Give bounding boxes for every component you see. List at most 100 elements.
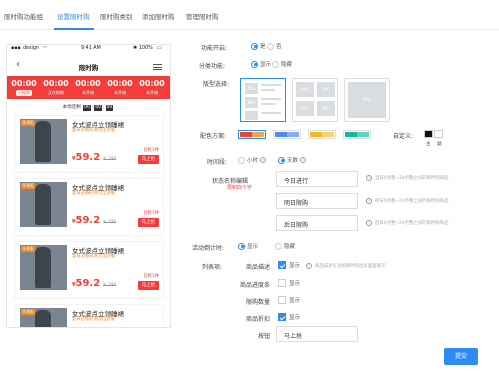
- battery-label: 100%: [139, 46, 153, 51]
- product-card[interactable]: 9.8折 女式波点立领睡裙 夏日必备的清凉出游服: [14, 304, 164, 327]
- layout-template-grid[interactable]: IMG IMG IMG IMG: [292, 78, 338, 122]
- tab-bar: 限时购功能组 设置限时购 限时购类别 添加限时购 管理限时购: [0, 0, 499, 30]
- product-card[interactable]: 9.8折 女式波点立领睡裙 夏日必备的清凉出游服 已抢1件 ¥59.2 ¥ 299…: [14, 178, 164, 236]
- time-slot[interactable]: 00:00 未开始: [137, 79, 167, 96]
- color-scheme-label: 配色方案:: [200, 133, 227, 140]
- time-slot[interactable]: 00:00 未开始: [105, 79, 135, 96]
- product-price: ¥59.2 ¥ 299: [72, 215, 117, 226]
- button-label: 按钮: [258, 333, 271, 340]
- sub-color-label: 副: [437, 142, 442, 147]
- discount-tag: 9.8折: [21, 309, 36, 315]
- product-subtitle: 夏日必备的清凉出游服: [72, 191, 115, 196]
- countdown-hide-radio[interactable]: 隐藏: [275, 242, 295, 250]
- product-price: ¥59.2 ¥ 299: [72, 152, 117, 163]
- button-text-input[interactable]: 马上抢: [276, 326, 358, 342]
- main-color-label: 主: [426, 142, 431, 147]
- info-icon: i: [260, 157, 267, 163]
- bluetooth-icon: ✱: [133, 46, 138, 51]
- tab-settings[interactable]: 设置限时购: [57, 11, 90, 21]
- tab-manage[interactable]: 管理限时购: [186, 11, 219, 21]
- list-item-progress: 商品进度条: [240, 282, 271, 289]
- desc-show-checkbox[interactable]: 显示: [278, 261, 300, 269]
- product-card[interactable]: 9.8折 女式波点立领睡裙 夏日必备的清凉出游服 已抢1件 ¥59.2 ¥ 299…: [14, 115, 164, 173]
- countdown-label: 活动倒计时:: [192, 245, 225, 252]
- sold-count: 已抢1件: [143, 274, 159, 279]
- img-placeholder: IMG: [245, 83, 258, 94]
- countdown: 本场还剩 00:00:00: [62, 105, 114, 111]
- active-tab-indicator: [54, 28, 94, 30]
- wifi-icon: ◠: [43, 46, 48, 51]
- info-icon: i: [300, 157, 307, 163]
- state-today-input[interactable]: 今日进行: [276, 171, 358, 187]
- product-price: ¥59.2 ¥ 299: [72, 278, 117, 289]
- signal-icon: ▪▪▪: [11, 46, 21, 51]
- state-today-hint: i 当日0点整~24点整之间的限时购商品: [366, 175, 449, 181]
- time-slot[interactable]: 00:00 已抢购: [9, 79, 39, 96]
- desc-hint: i 商品描述在添加限时购边页面里填写: [306, 263, 385, 269]
- time-slot[interactable]: 00:00 正在抢购: [41, 79, 71, 96]
- state-tomorrow-input[interactable]: 明日限购: [276, 193, 358, 209]
- img-placeholder: IMG: [348, 82, 386, 118]
- img-placeholder: IMG: [317, 82, 335, 97]
- battery-icon: ▭: [157, 46, 162, 51]
- product-subtitle: 夏日必备的清凉出游服: [72, 128, 115, 133]
- product-image: 9.8折: [20, 245, 67, 290]
- phone-nav-title: 限时购: [78, 64, 99, 72]
- submit-button[interactable]: 提交: [444, 348, 478, 365]
- list-items-label: 列表项:: [202, 264, 223, 271]
- countdown-show-radio[interactable]: 显示: [238, 242, 258, 250]
- sub-color-picker[interactable]: [434, 130, 443, 138]
- limit-show-checkbox[interactable]: 显示: [278, 296, 300, 304]
- color-swatch[interactable]: [308, 130, 336, 139]
- progress-show-checkbox[interactable]: 显示: [278, 279, 300, 287]
- discount-tag: 9.8折: [21, 120, 36, 126]
- carrier-label: design: [23, 46, 39, 51]
- enable-no-radio[interactable]: 否: [261, 42, 282, 50]
- buy-now-button[interactable]: 马上抢: [137, 281, 159, 290]
- product-card[interactable]: 9.8折 女式波点立领睡裙 夏日必备的清凉出游服 已抢1件 ¥59.2 ¥ 299…: [14, 241, 164, 299]
- list-item-discount: 商品折扣: [246, 316, 271, 323]
- status-time: 9:41 AM: [81, 46, 101, 51]
- info-icon: i: [366, 198, 372, 204]
- period-day-radio[interactable]: 天数 i: [278, 156, 307, 164]
- main-color-picker[interactable]: [424, 130, 433, 138]
- state-tomorrow-hint: i 明日0点整~24点整之间的限时购商品: [366, 198, 449, 204]
- time-slot[interactable]: 00:00 未开始: [73, 79, 103, 96]
- info-icon: i: [366, 175, 372, 181]
- product-subtitle: 夏日必备的清凉出游服: [72, 317, 115, 322]
- buy-now-button[interactable]: 马上抢: [137, 218, 159, 227]
- category-label: 分类功能:: [199, 63, 226, 70]
- state-after-hint: i 后日0点整~24点整之间的限时购商品: [366, 220, 449, 226]
- img-placeholder: IMG: [296, 101, 314, 116]
- layout-label: 版型选择:: [203, 81, 230, 88]
- period-label: 时间段:: [207, 159, 228, 166]
- img-placeholder: IMG: [317, 101, 335, 116]
- tab-add[interactable]: 添加限时购: [142, 11, 175, 21]
- sold-count: 已抢1件: [143, 211, 159, 216]
- sold-count: 已抢1件: [143, 148, 159, 153]
- period-hour-radio[interactable]: 小时 i: [238, 156, 267, 164]
- product-image: 9.8折: [20, 308, 67, 327]
- layout-template-large[interactable]: IMG: [344, 78, 390, 122]
- color-swatch[interactable]: [343, 130, 371, 139]
- list-item-desc: 商品描述: [246, 264, 271, 271]
- product-subtitle: 夏日必备的清凉出游服: [72, 254, 115, 259]
- img-placeholder: IMG: [245, 97, 258, 108]
- product-image: 9.8折: [20, 182, 67, 227]
- tab-category[interactable]: 限时购类别: [100, 11, 133, 21]
- phone-preview: ▪▪▪ design ◠ 9:41 AM ✱ 100% ▭ ‹ 限时购 00:0…: [6, 44, 171, 328]
- state-name-note: 限制四个字: [227, 185, 253, 191]
- state-after-input[interactable]: 后日限购: [276, 215, 358, 231]
- layout-template-list[interactable]: IMG IMG: [240, 78, 286, 122]
- custom-color-label: 自定义:: [393, 133, 414, 140]
- tab-group[interactable]: 限时购功能组: [4, 11, 43, 21]
- product-image: 9.8折: [20, 119, 67, 164]
- color-swatch[interactable]: [273, 130, 301, 139]
- info-icon: i: [306, 263, 312, 269]
- menu-icon[interactable]: [153, 64, 162, 70]
- img-placeholder: IMG: [296, 82, 314, 97]
- buy-now-button[interactable]: 马上抢: [137, 155, 159, 164]
- discount-show-checkbox[interactable]: 显示: [278, 313, 300, 321]
- color-swatch[interactable]: [238, 130, 266, 139]
- category-hide-radio[interactable]: 隐藏: [268, 60, 292, 68]
